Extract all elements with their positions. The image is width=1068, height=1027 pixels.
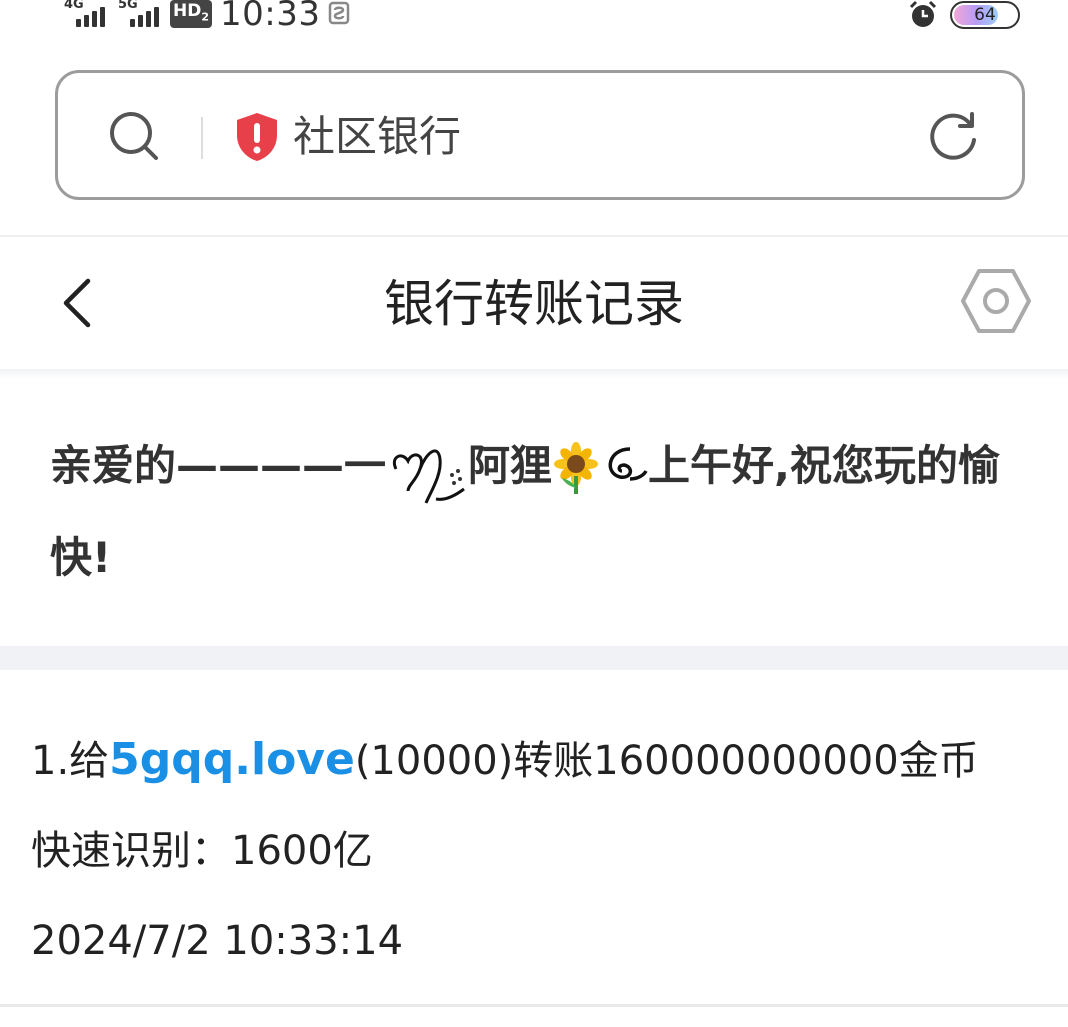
shield-alert-icon[interactable] [233, 111, 281, 163]
site-name: 社区银行 [293, 112, 462, 161]
transfer-record: 1.给5gqq.love(10000)转账160000000000金币 快速识别… [31, 715, 1041, 986]
page-header: 银行转账记录 [0, 237, 1068, 369]
greeting-name: 阿狸 [468, 441, 553, 490]
battery-level: 64 [974, 5, 996, 25]
record-amount: (10000)转账160000000000金币 [354, 738, 979, 784]
bottom-divider [0, 1004, 1068, 1007]
status-time: 10:33 [220, 0, 321, 34]
swirl-decoration-icon [608, 446, 648, 481]
greeting-text: 亲爱的————一 阿狸 上午好,祝您玩的愉快! [50, 420, 1035, 604]
signal-sim2-icon: 5G [116, 0, 162, 31]
status-right: 64 [908, 0, 1020, 30]
hd-label: HD [173, 0, 202, 21]
record-line-quick-id: 快速识别：1600亿 [31, 828, 373, 874]
section-divider [0, 646, 1068, 670]
greeting-prefix: 亲爱的————一 [50, 441, 387, 490]
record-line-transfer: 1.给5gqq.love(10000)转账160000000000金币 [31, 715, 1041, 806]
header-shadow [0, 369, 1068, 379]
status-left: 4G 5G HD2 10:33 [62, 0, 350, 34]
record-prefix: 1.给 [31, 738, 110, 784]
address-divider [201, 117, 203, 159]
record-line-timestamp: 2024/7/2 10:33:14 [31, 918, 404, 964]
search-icon[interactable] [108, 110, 160, 162]
battery-icon: 64 [950, 1, 1020, 29]
sunflower-icon [554, 441, 599, 494]
recipient-link[interactable]: 5gqq.love [109, 734, 355, 785]
screenshot-notification-icon [329, 1, 350, 25]
alarm-icon [909, 0, 937, 27]
heart-decoration-icon [393, 448, 465, 504]
hd-sub: 2 [201, 10, 209, 24]
page-title: 银行转账记录 [384, 275, 684, 333]
address-bar[interactable]: 社区银行 [55, 70, 1025, 200]
hexagon-settings-icon[interactable] [960, 267, 1032, 335]
status-bar: 4G 5G HD2 10:33 64 [0, 0, 1068, 40]
reload-icon[interactable] [926, 110, 980, 164]
hd-voice-icon: HD2 [170, 0, 212, 29]
signal-sim1-icon: 4G [62, 0, 108, 31]
